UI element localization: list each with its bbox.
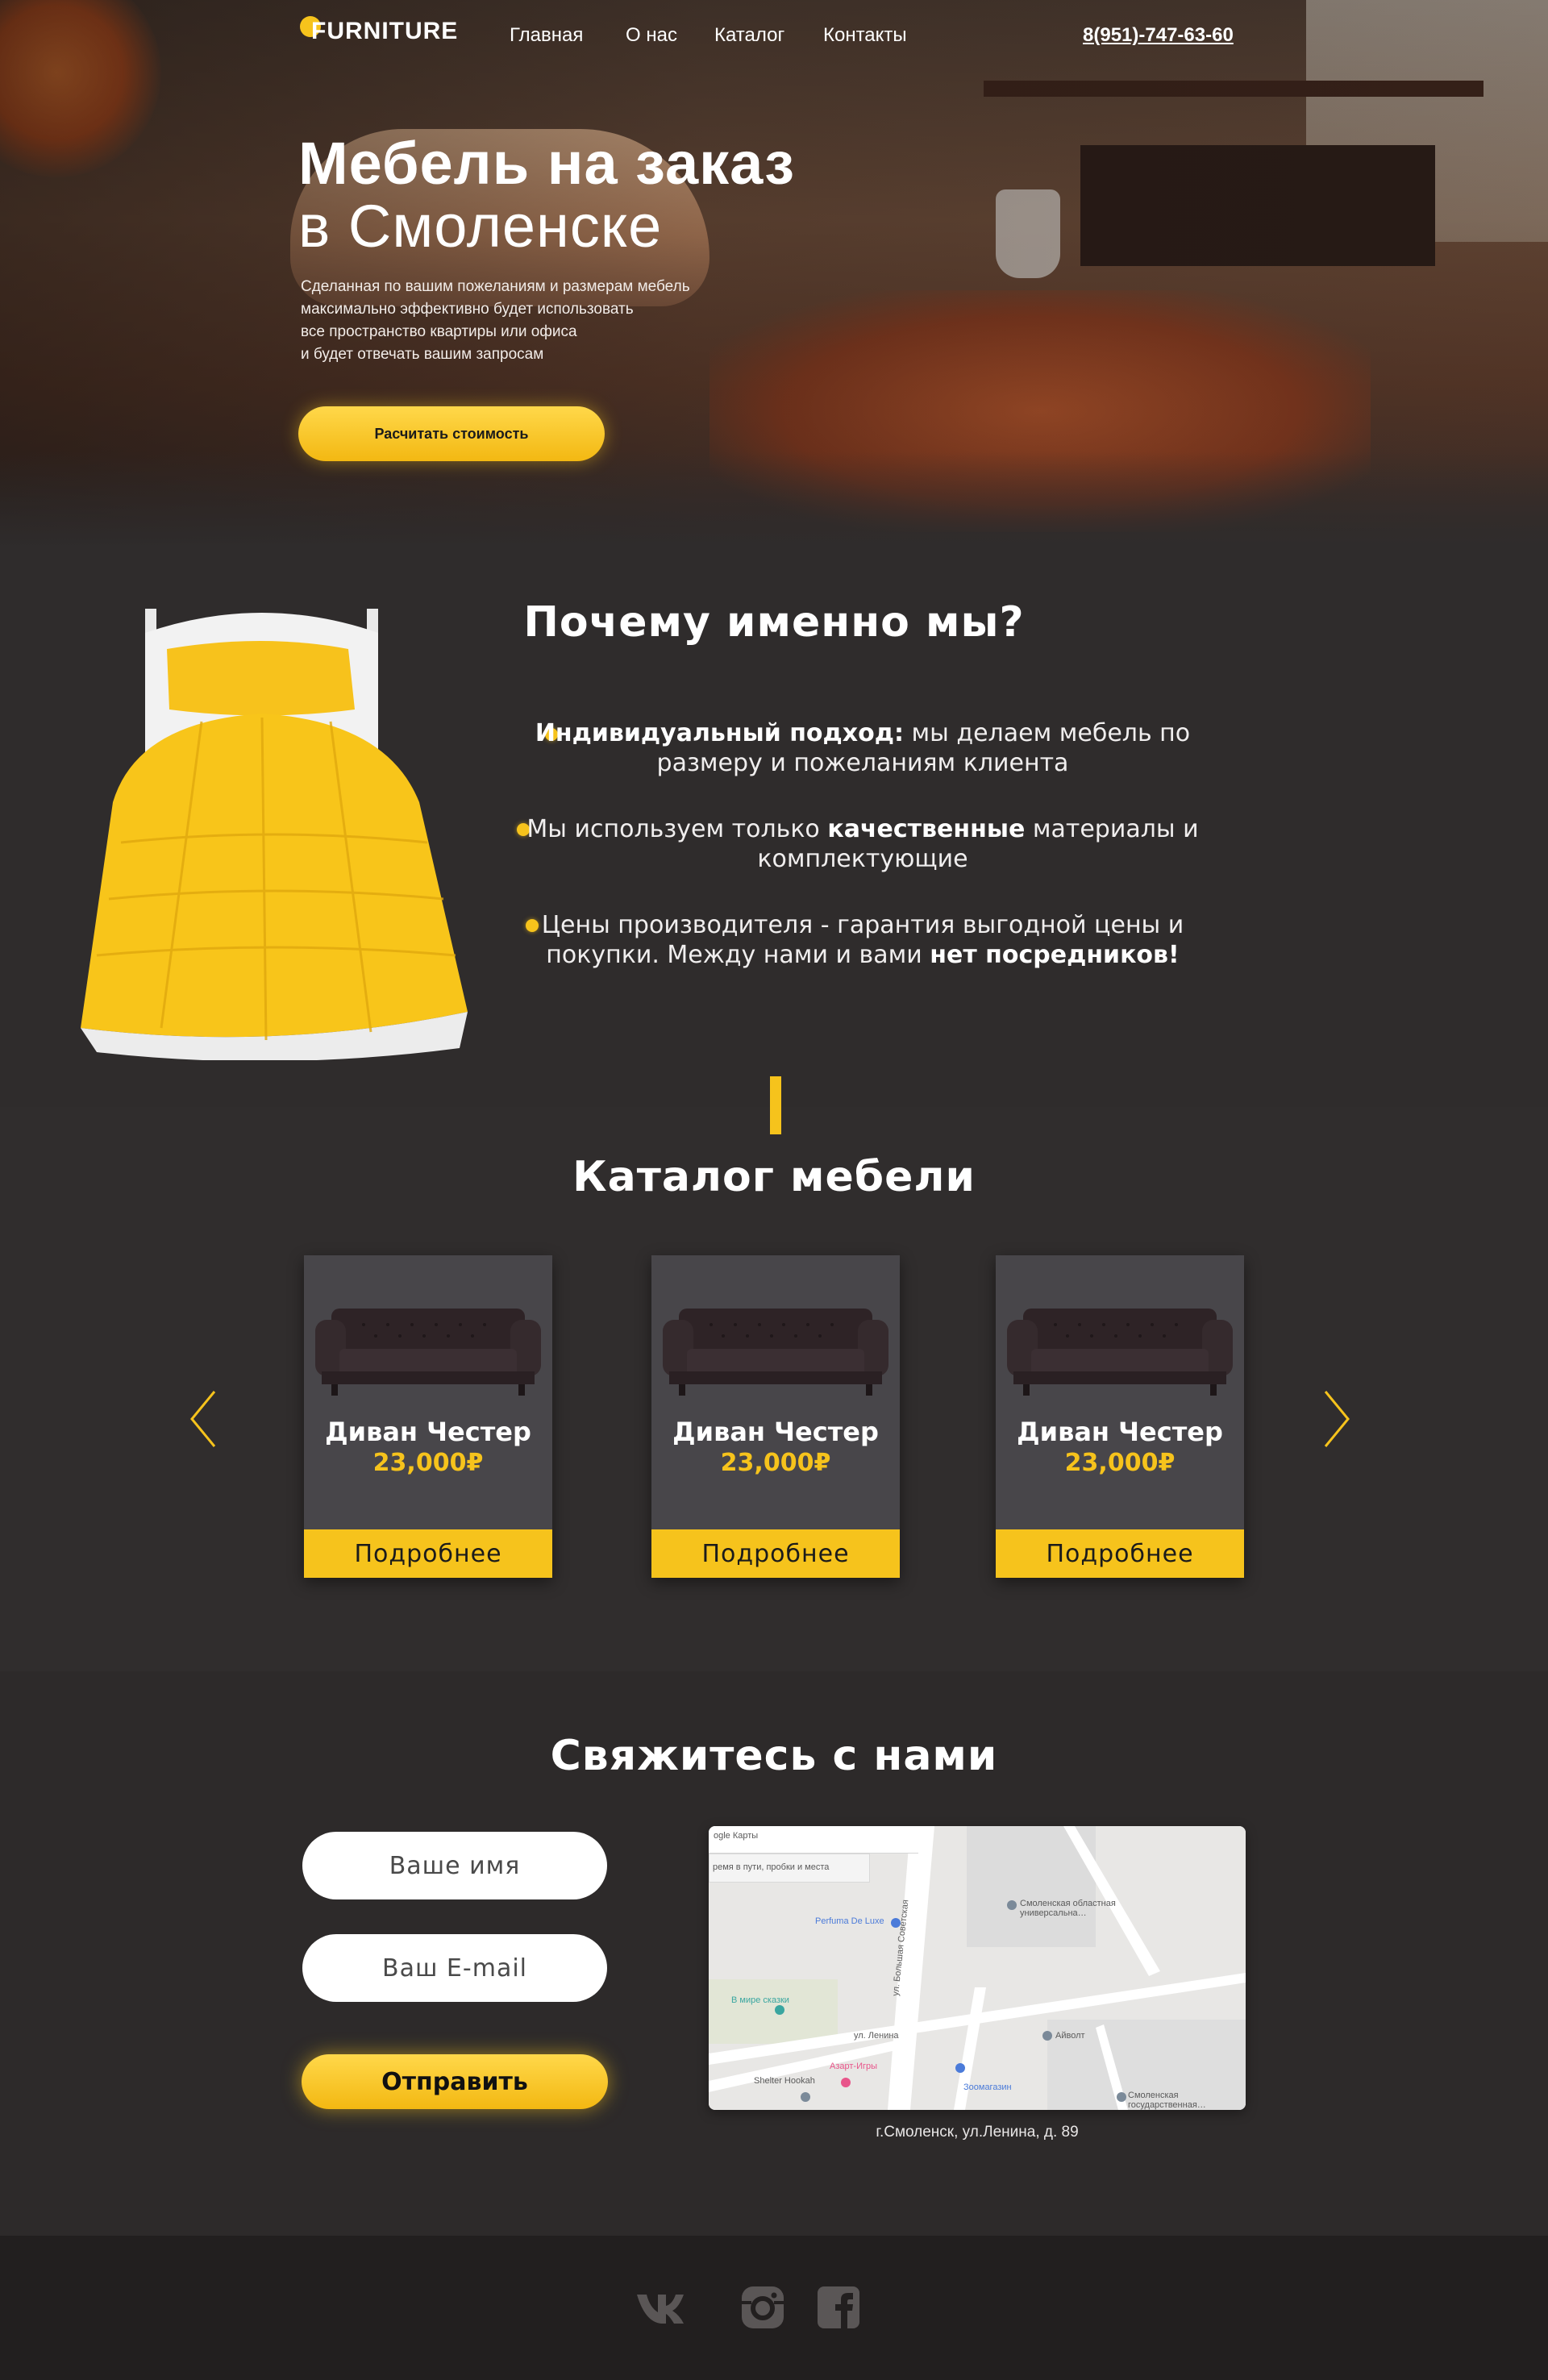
catalog-title-wrap: Каталог мебели	[0, 1153, 1548, 1201]
product-name: Диван Честер	[325, 1417, 531, 1447]
name-input[interactable]	[302, 1832, 607, 1899]
logo[interactable]: FURNITURE	[311, 18, 458, 45]
map-search-hint: ogle Карты	[714, 1831, 759, 1841]
hero-description-line: Сделанная по вашим пожеланиям и размерам…	[301, 278, 690, 295]
sofa-image	[663, 1309, 888, 1396]
vk-icon[interactable]	[635, 2283, 684, 2332]
bed-image	[81, 609, 468, 1060]
advantage-item-individual: Индивидуальный подход: мы делаем мебель …	[492, 718, 1234, 778]
catalog-title: Каталог мебели	[572, 1153, 976, 1201]
map-route-hint: ремя в пути, пробки и места	[713, 1862, 830, 1872]
product-price: 23,000₽	[720, 1449, 831, 1477]
advantage-emphasis: нет посредников!	[930, 941, 1180, 969]
nav-catalog[interactable]: Каталог	[714, 24, 784, 47]
address-text: г.Смоленск, ул.Ленина, д. 89	[876, 2124, 1079, 2141]
product-details-button[interactable]: Подробнее	[304, 1529, 552, 1578]
advantage-item-price: Цены производителя - гарантия выгодной ц…	[492, 910, 1234, 970]
map-street-label: ул. Ленина	[854, 2031, 899, 2041]
product-card[interactable]: Диван Честер 23,000₽ Подробнее	[996, 1255, 1244, 1578]
hero-fade	[0, 451, 1548, 548]
instagram-icon[interactable]	[739, 2283, 787, 2332]
hero-description-line: и будет отвечать вашим запросам	[301, 346, 544, 363]
facebook-icon[interactable]	[814, 2283, 863, 2332]
sofa-image	[315, 1309, 541, 1396]
section-divider-accent	[770, 1076, 781, 1134]
phone-link[interactable]: 8(951)-747-63-60	[1083, 24, 1234, 47]
contact-title-wrap: Свяжитесь с нами	[0, 1732, 1548, 1780]
advantage-item-quality: Мы используем только качественные матери…	[492, 814, 1234, 874]
product-details-button[interactable]: Подробнее	[651, 1529, 900, 1578]
hero-title: Мебель на заказ	[298, 130, 795, 197]
nav-contacts[interactable]: Контакты	[823, 24, 907, 47]
map-label: В мире сказки	[731, 1995, 789, 2005]
email-input[interactable]	[302, 1934, 607, 2002]
why-us-title: Почему именно мы?	[523, 598, 1025, 647]
location-map[interactable]: ogle Карты ремя в пути, пробки и места P…	[709, 1826, 1246, 2110]
product-card[interactable]: Диван Честер 23,000₽ Подробнее	[304, 1255, 552, 1578]
map-label: Perfuma De Luxe	[815, 1916, 884, 1926]
calculate-cost-button[interactable]: Расчитать стоимость	[298, 406, 605, 461]
product-details-button[interactable]: Подробнее	[996, 1529, 1244, 1578]
advantage-emphasis: качественные	[827, 815, 1026, 843]
map-label: Shelter Hookah	[754, 2076, 815, 2086]
product-price: 23,000₽	[1064, 1449, 1176, 1477]
nav-home[interactable]: Главная	[510, 24, 583, 47]
product-price: 23,000₽	[372, 1449, 484, 1477]
hero-subtitle: в Смоленске	[298, 193, 663, 260]
sofa-image	[1007, 1309, 1233, 1396]
hero-description: Сделанная по вашим пожеланиям и размерам…	[301, 276, 801, 366]
map-route-box[interactable]: ремя в пути, пробки и места	[709, 1854, 870, 1883]
map-label: Азарт-Игры	[830, 2062, 878, 2071]
product-name: Диван Честер	[672, 1417, 879, 1447]
map-label: Зоомагазин	[963, 2082, 1012, 2092]
why-us-title-wrap: Почему именно мы?	[0, 598, 1548, 647]
product-name: Диван Честер	[1017, 1417, 1223, 1447]
chevron-left-icon[interactable]	[187, 1387, 219, 1451]
advantage-lead: Индивидуальный подход:	[535, 719, 904, 747]
submit-button[interactable]: Отправить	[302, 2054, 608, 2109]
nav-about[interactable]: О нас	[626, 24, 677, 47]
map-label: Смоленская областная универсальна…	[1020, 1899, 1116, 1918]
hero-description-line: максимально эффективно будет использоват…	[301, 301, 634, 318]
hero-description-line: все пространство квартиры или офиса	[301, 323, 577, 340]
map-label: Смоленская государственная…	[1128, 2091, 1206, 2110]
chevron-right-icon[interactable]	[1321, 1387, 1353, 1451]
advantage-text: Мы используем только	[526, 815, 828, 843]
map-label: Айволт	[1055, 2031, 1085, 2041]
hero-section	[0, 0, 1548, 548]
contact-title: Свяжитесь с нами	[550, 1732, 998, 1780]
map-search-box[interactable]: ogle Карты	[709, 1826, 918, 1854]
product-card[interactable]: Диван Честер 23,000₽ Подробнее	[651, 1255, 900, 1578]
